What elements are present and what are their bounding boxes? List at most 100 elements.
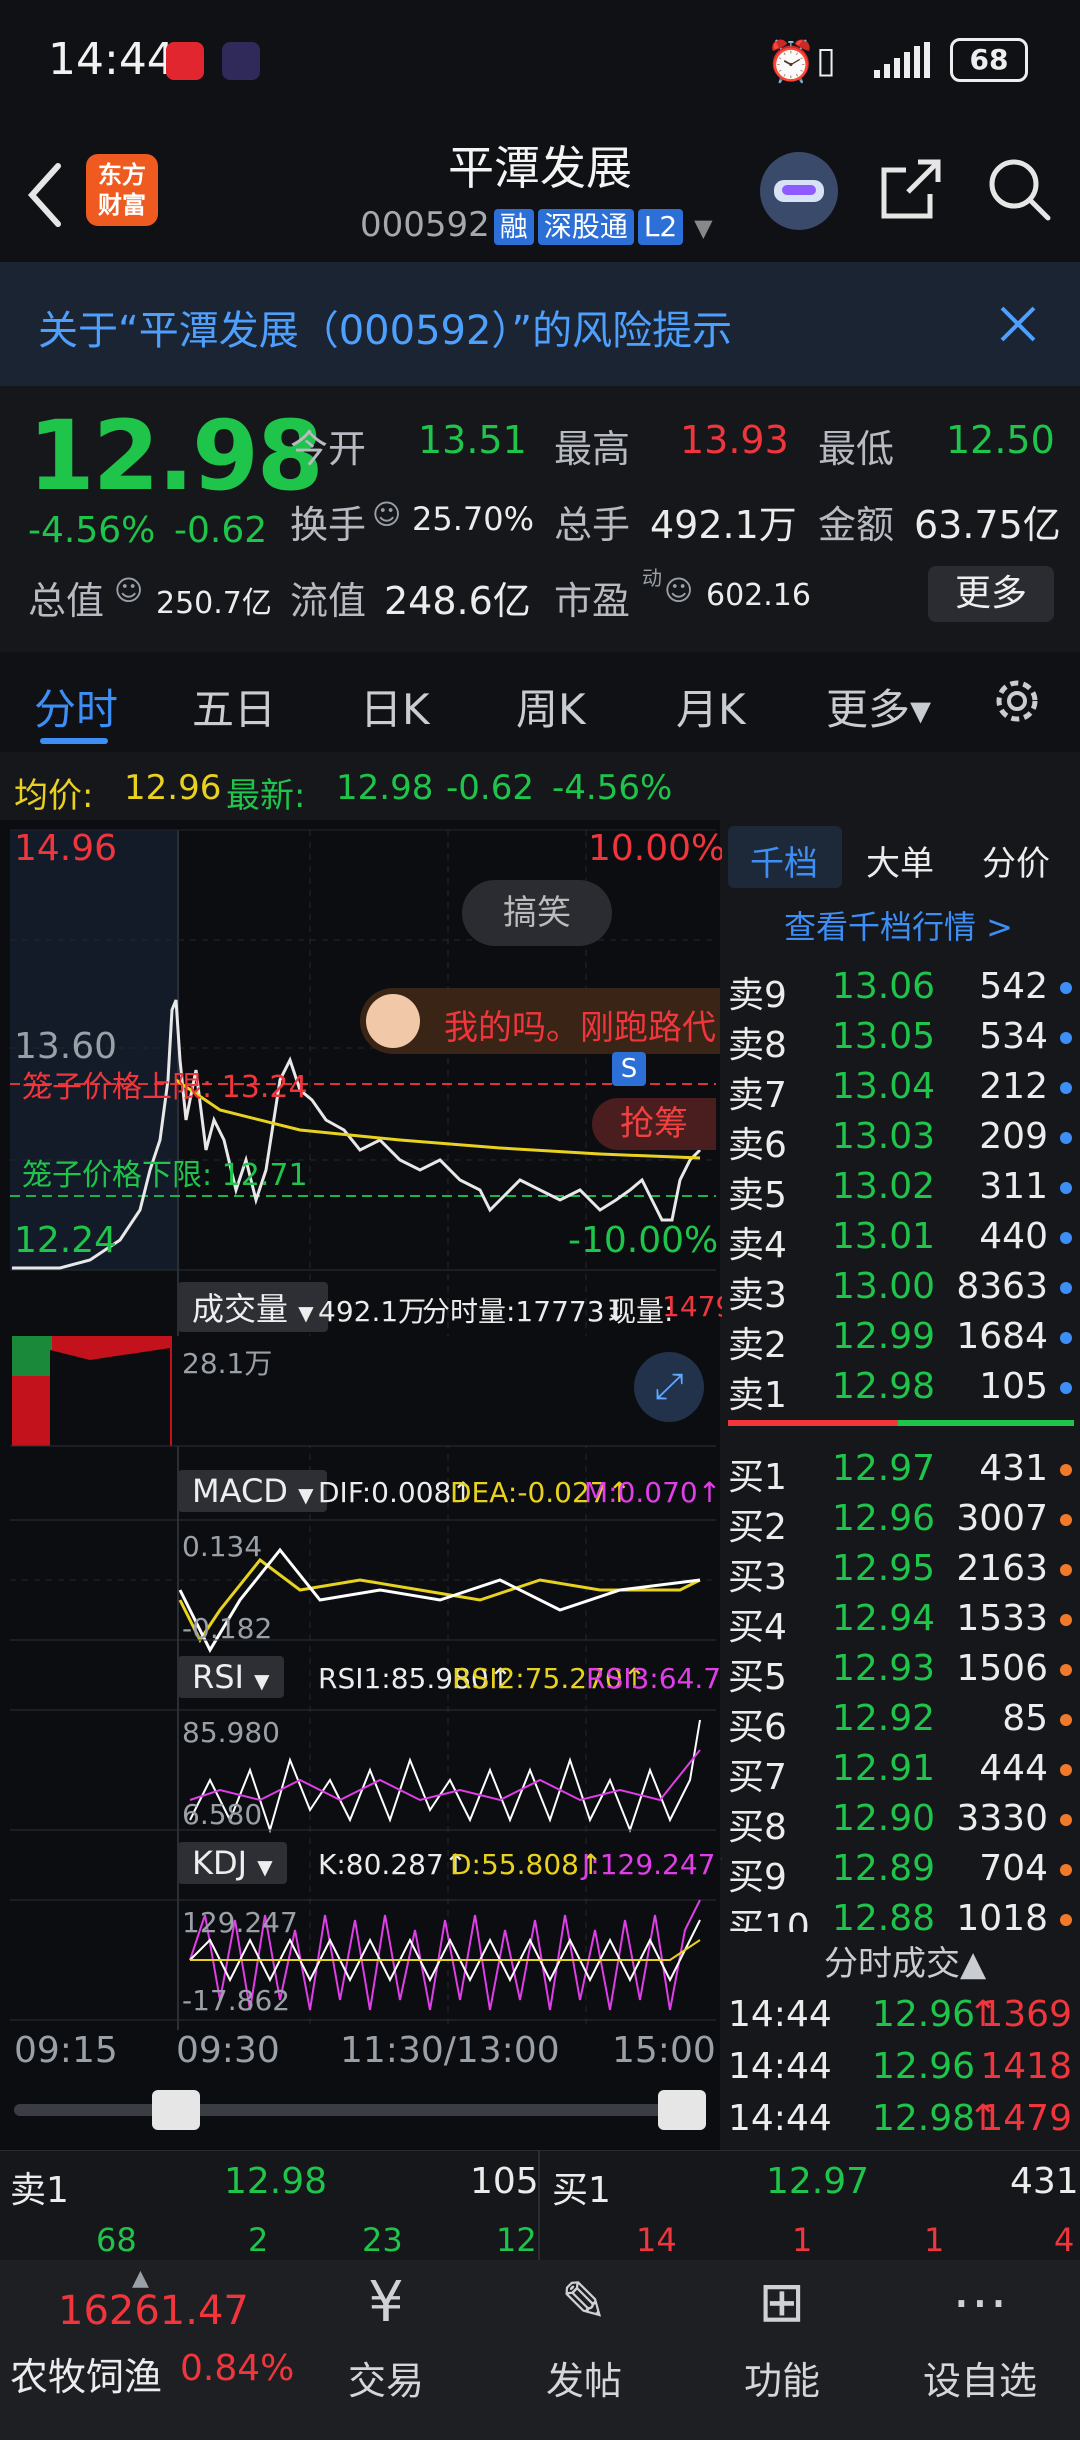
ask-row[interactable]: 卖1 12.98 105 (728, 1362, 1072, 1416)
ask-row[interactable]: 卖8 13.05 534 (728, 1012, 1072, 1066)
notification-app-icon-2 (222, 42, 260, 80)
reaction-bubble[interactable]: 搞笑 (462, 880, 612, 946)
tab-five-day[interactable]: 五日 (192, 676, 276, 737)
bid-row[interactable]: 买5 12.93 1506 (728, 1644, 1072, 1698)
macd-indicator-select[interactable]: MACD ▼ (178, 1470, 328, 1512)
float-cap-label: 流值 (290, 579, 367, 623)
stock-code-line[interactable]: 000592 融深股通 L2 ▼ (360, 205, 713, 245)
ask-price: 12.98 (832, 1366, 936, 1407)
stock-code: 000592 (360, 205, 490, 245)
latest-change-pct: -4.56% (552, 768, 673, 808)
bid-level-label: 买3 (728, 1557, 787, 1598)
tab-fenjia[interactable]: 分价 (982, 836, 1050, 885)
ticker-ask-q4: 12 (496, 2221, 537, 2259)
last-price: 12.98 (28, 400, 324, 512)
share-icon[interactable] (878, 156, 944, 222)
order-dot-icon (1060, 1664, 1072, 1676)
order-dot-icon (1060, 1382, 1072, 1394)
signal-icon (874, 42, 930, 78)
open-value: 13.51 (418, 418, 527, 462)
bid-row[interactable]: 买1 12.97 431 (728, 1444, 1072, 1498)
ask-volume: 105 (979, 1366, 1048, 1407)
tab-more[interactable]: 更多▾ (826, 676, 931, 737)
bid-row[interactable]: 买9 12.89 704 (728, 1844, 1072, 1898)
close-icon[interactable] (998, 304, 1038, 344)
view-qiandang-link[interactable]: 查看千档行情 > (784, 902, 1013, 948)
info-icon-3[interactable]: ☺ (664, 574, 693, 607)
latest-label: 最新: (226, 776, 306, 816)
nav-trade[interactable]: 交易 (306, 2350, 466, 2405)
expand-icon[interactable]: ⤢ (634, 1352, 704, 1422)
sector-index-widget[interactable]: ▲ 16261.47 农牧饲渔 0.84% (0, 2266, 320, 2436)
volume-value: 492.1万 (650, 503, 797, 547)
trade-time: 14:44 (728, 2098, 832, 2139)
tab-weekly-k[interactable]: 周K (516, 676, 586, 737)
nav-function[interactable]: 功能 (702, 2350, 862, 2405)
range-handle-left[interactable] (152, 2090, 200, 2130)
trades-title[interactable]: 分时成交▲ (824, 1936, 986, 1985)
pct-axis-high: 10.00% (588, 828, 726, 869)
avg-label: 均价: (14, 776, 94, 816)
ticker-ask-q2: 2 (248, 2221, 269, 2259)
bid-row[interactable]: 买6 12.92 85 (728, 1694, 1072, 1748)
tab-intraday[interactable]: 分时 (34, 676, 118, 737)
ticker-ask-q3: 23 (362, 2221, 403, 2259)
search-icon[interactable] (986, 156, 1052, 222)
assistant-avatar[interactable] (760, 152, 838, 230)
status-time: 14:44 (48, 34, 175, 85)
volume-indicator-select[interactable]: 成交量 ▼ (178, 1282, 328, 1332)
ask-volume: 1684 (956, 1316, 1048, 1357)
margin-tag: 融 (493, 208, 534, 245)
tab-daily-k[interactable]: 日K (360, 676, 430, 737)
grab-chips-button[interactable]: 抢筹 (592, 1098, 716, 1150)
kdj-indicator-select[interactable]: KDJ ▼ (178, 1842, 287, 1884)
trade-icon[interactable]: ¥ (306, 2270, 466, 2335)
bid-row[interactable]: 买7 12.91 444 (728, 1744, 1072, 1798)
kdj-d-value: D:55.808↑ (450, 1848, 603, 1881)
ask-row[interactable]: 卖7 13.04 212 (728, 1062, 1072, 1116)
risk-banner-text[interactable]: 关于“平潭发展（000592）”的风险提示 (38, 298, 732, 356)
bid-level-label: 买2 (728, 1507, 787, 1548)
chevron-down-icon-3: ▼ (254, 1669, 270, 1693)
bid-row[interactable]: 买2 12.96 3007 (728, 1494, 1072, 1548)
volume-indicator-label: 成交量 (192, 1290, 289, 1328)
ticker-ask1-price: 12.98 (224, 2161, 328, 2202)
settings-gear-icon[interactable] (988, 672, 1046, 730)
ask-volume: 209 (979, 1116, 1048, 1157)
kdj-k-value: K:80.287↑ (318, 1848, 468, 1881)
bid-volume: 1506 (956, 1648, 1048, 1689)
info-icon[interactable]: ☺ (372, 498, 401, 531)
nav-add-watchlist[interactable]: 设自选 (900, 2350, 1060, 2405)
more-button[interactable]: 更多 (928, 566, 1054, 622)
macd-bottom-value: -0.182 (182, 1612, 273, 1645)
add-watchlist-icon[interactable]: ⋯ (900, 2270, 1060, 2335)
tab-qiandang[interactable]: 千档 (750, 836, 818, 885)
ask-level-label: 卖3 (728, 1275, 787, 1316)
range-handle-right[interactable] (658, 2090, 706, 2130)
order-dot-icon (1060, 982, 1072, 994)
sell-marker[interactable]: S (612, 1052, 646, 1086)
trade-volume: 1479 (980, 2098, 1072, 2139)
ask-row[interactable]: 卖3 13.00 8363 (728, 1262, 1072, 1316)
ask-row[interactable]: 卖2 12.99 1684 (728, 1312, 1072, 1366)
ask-row[interactable]: 卖9 13.06 542 (728, 962, 1072, 1016)
bid-row[interactable]: 买3 12.95 2163 (728, 1544, 1072, 1598)
ask-level-label: 卖6 (728, 1125, 787, 1166)
bid-row[interactable]: 买4 12.94 1533 (728, 1594, 1072, 1648)
nav-post[interactable]: 发帖 (504, 2350, 664, 2405)
ask-row[interactable]: 卖5 13.02 311 (728, 1162, 1072, 1216)
tab-monthly-k[interactable]: 月K (676, 676, 746, 737)
tab-dadan[interactable]: 大单 (866, 836, 934, 885)
info-icon-2[interactable]: ☺ (114, 574, 143, 607)
level1-ticker: 卖1 12.98 105 买1 12.97 431 68 2 23 12 14 … (0, 2150, 1080, 2261)
post-edit-icon[interactable]: ✎ (504, 2270, 664, 2335)
bid-row[interactable]: 买8 12.90 3330 (728, 1794, 1072, 1848)
ask-row[interactable]: 卖6 13.03 209 (728, 1112, 1072, 1166)
comment-bubble[interactable]: 我的吗。刚跑路代 (360, 988, 720, 1054)
bid-volume: 444 (979, 1748, 1048, 1789)
function-grid-icon[interactable]: ⊞ (702, 2270, 862, 2335)
rsi-indicator-select[interactable]: RSI ▼ (178, 1656, 284, 1698)
commenter-avatar (366, 994, 420, 1048)
ask-price: 13.02 (832, 1166, 936, 1207)
ask-row[interactable]: 卖4 13.01 440 (728, 1212, 1072, 1266)
